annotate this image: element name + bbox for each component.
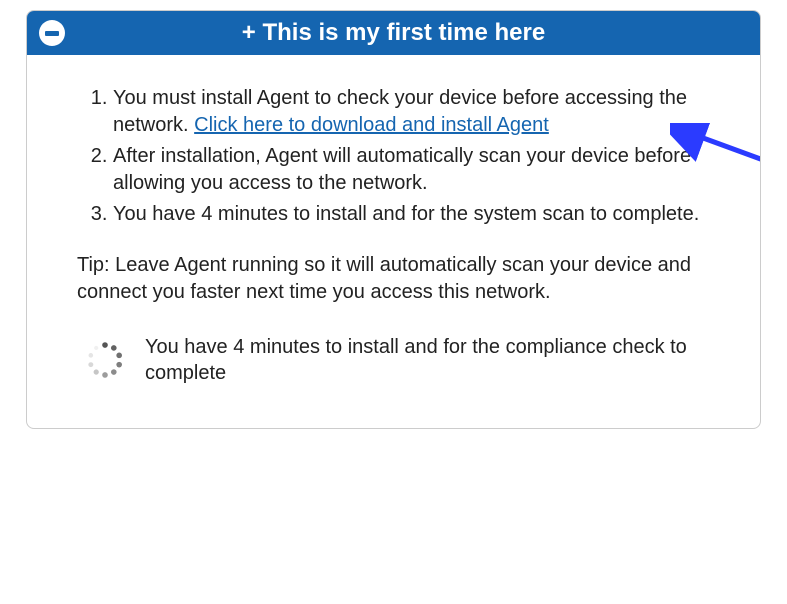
first-time-panel: + This is my first time here You must in… — [26, 10, 761, 429]
loading-spinner-icon — [83, 338, 127, 382]
status-row: You have 4 minutes to install and for th… — [59, 334, 728, 404]
tip-text: Tip: Leave Agent running so it will auto… — [59, 252, 728, 306]
instruction-item-3: You have 4 minutes to install and for th… — [113, 201, 728, 228]
panel-content: You must install Agent to check your dev… — [27, 55, 760, 428]
instruction-item-1: You must install Agent to check your dev… — [113, 85, 728, 139]
status-text: You have 4 minutes to install and for th… — [145, 334, 728, 386]
minus-icon — [45, 31, 59, 36]
collapse-button[interactable] — [39, 20, 65, 46]
panel-header[interactable]: + This is my first time here — [27, 11, 760, 55]
instruction-list: You must install Agent to check your dev… — [59, 85, 728, 228]
panel-title: + This is my first time here — [65, 19, 748, 47]
instruction-item-2: After installation, Agent will automatic… — [113, 143, 728, 197]
download-agent-link[interactable]: Click here to download and install Agent — [194, 114, 549, 136]
